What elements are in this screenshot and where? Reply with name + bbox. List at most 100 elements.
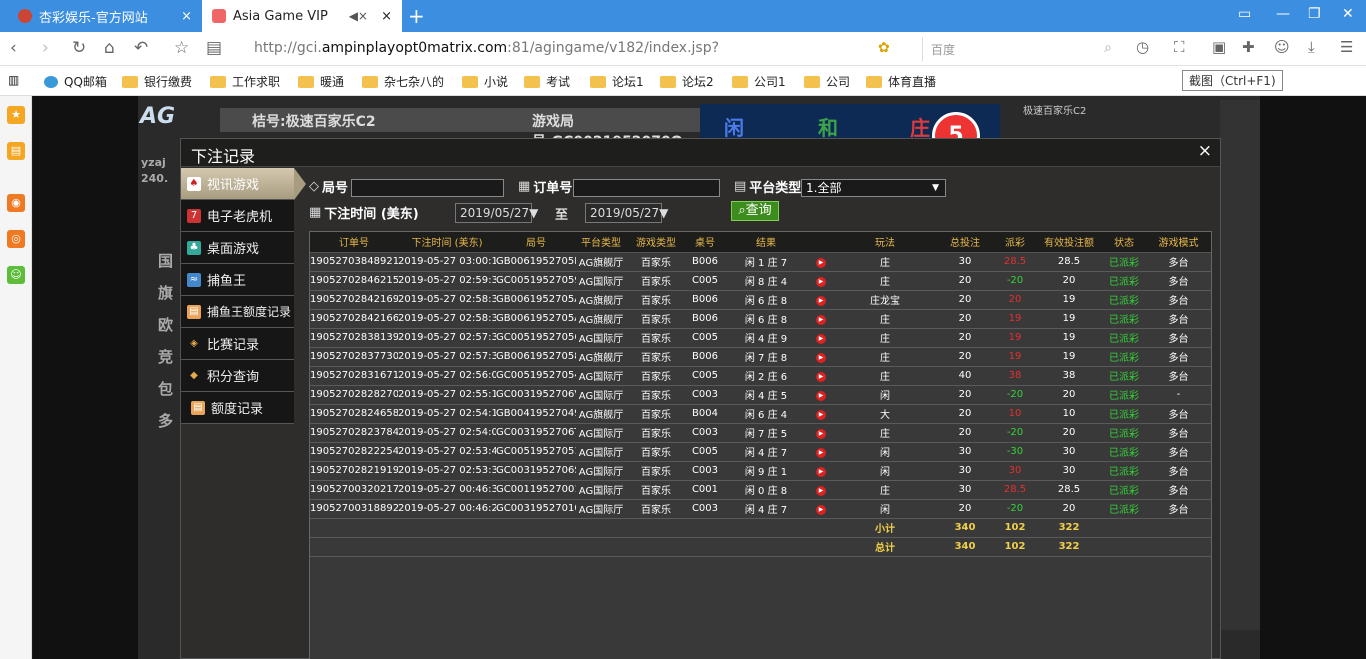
bookmark-folder[interactable]: 体育直播	[866, 73, 936, 90]
result-cell: 闲 2 庄 6	[724, 366, 808, 386]
total-bet-cell: 30	[936, 252, 994, 272]
rss-icon[interactable]: ◉	[7, 194, 25, 212]
modal-header: 下注记录 ×	[181, 139, 1220, 167]
favorites-icon[interactable]: ★	[7, 106, 25, 124]
tab-xingcai[interactable]: 杏彩娱乐-官方网站 ×	[8, 0, 202, 32]
play-video-icon[interactable]: ▶	[816, 295, 826, 306]
home-icon[interactable]: ⌂	[104, 38, 115, 58]
play-video-icon[interactable]: ▶	[816, 390, 826, 401]
menu-item-fishing-credit[interactable]: ▤ 捕鱼王额度记录	[181, 296, 294, 328]
bookmark-folder[interactable]: 银行缴费	[122, 73, 192, 90]
play-video-icon[interactable]: ▶	[816, 504, 826, 515]
bookmark-folder[interactable]: 公司1	[732, 73, 786, 90]
tab-asia-game-vip[interactable]: Asia Game VIP ◀× ×	[202, 0, 402, 32]
search-box[interactable]: 百度 ⌕	[922, 37, 1120, 61]
game-menu-item[interactable]: 包	[158, 378, 173, 399]
game-menu-item[interactable]: 旗	[158, 282, 173, 303]
valid-bet-cell: 19	[1036, 347, 1102, 367]
new-tab-button[interactable]: +	[408, 4, 425, 28]
toolbox-icon[interactable]: ▣	[1212, 38, 1226, 56]
date-to-picker[interactable]: 2019/05/27▼	[585, 203, 668, 223]
notes-icon[interactable]: ▤	[7, 142, 25, 160]
menu-item-table-games[interactable]: ♣ 桌面游戏	[181, 232, 294, 264]
play-video-icon[interactable]: ▶	[816, 371, 826, 382]
minimize-icon[interactable]: —	[1276, 6, 1290, 22]
play-video-icon[interactable]: ▶	[816, 485, 826, 496]
total-bet-cell: 20	[936, 290, 994, 310]
screenshot-tooltip: 截图（Ctrl+F1)	[1182, 70, 1283, 91]
tile-icon[interactable]: ▭	[1238, 6, 1251, 22]
play-video-icon[interactable]: ▶	[816, 276, 826, 287]
platform-select[interactable]: 1.全部 ▼	[801, 179, 946, 197]
payout-cell: -20	[994, 499, 1036, 519]
bookmark-qqmail[interactable]: QQ邮箱	[44, 73, 107, 90]
game-menu-item[interactable]: 竞	[158, 346, 173, 367]
restore-icon[interactable]: ❐	[1308, 6, 1321, 22]
screenshot-icon[interactable]: ⛶	[1174, 38, 1185, 56]
address-bar[interactable]: http://gci.ampinplayopt0matrix.com:81/ag…	[254, 40, 719, 56]
play-video-icon[interactable]: ▶	[816, 314, 826, 325]
play-video-icon[interactable]: ▶	[816, 466, 826, 477]
query-button[interactable]: ⌕查询	[731, 201, 779, 221]
play-video-icon[interactable]: ▶	[816, 333, 826, 344]
reload-icon[interactable]: ↻	[72, 38, 86, 58]
menu-item-points[interactable]: ◆ 积分查询	[181, 360, 294, 392]
play-video-icon[interactable]: ▶	[816, 447, 826, 458]
mute-icon[interactable]: ◀×	[349, 9, 368, 23]
total-bet-cell: 20	[936, 309, 994, 329]
bee-icon[interactable]: ✿	[878, 40, 890, 56]
menu-item-live-games[interactable]: ♠ 视讯游戏	[181, 168, 306, 200]
bookmark-folder[interactable]: 工作求职	[210, 73, 280, 90]
bookmark-folder[interactable]: 暖通	[298, 73, 344, 90]
search-icon[interactable]: ⌕	[1104, 40, 1112, 56]
bookmark-folder[interactable]: 杂七杂八的	[362, 73, 444, 90]
document-icon: ▤	[191, 400, 205, 415]
download-icon[interactable]: ⤓	[1308, 38, 1315, 56]
bookmarks-toggle-icon[interactable]: ▥	[8, 73, 19, 87]
result-cell: 闲 4 庄 5	[724, 385, 808, 405]
weibo-icon[interactable]: ◎	[7, 230, 25, 248]
modal-close-icon[interactable]: ×	[1198, 141, 1212, 161]
play-video-icon[interactable]: ▶	[816, 409, 826, 420]
game-menu-item[interactable]: 国	[158, 250, 173, 271]
tab-close-icon[interactable]: ×	[381, 9, 392, 24]
date-from-picker[interactable]: 2019/05/27▼	[455, 203, 538, 223]
undo-icon[interactable]: ↶	[134, 38, 148, 58]
window-close-icon[interactable]: ✕	[1342, 6, 1354, 22]
round-number-cell: GC00119527001	[496, 480, 576, 500]
game-mode-cell: 多台	[1146, 442, 1211, 462]
menu-item-fishing-king[interactable]: ≈ 捕鱼王	[181, 264, 294, 296]
game-mode-cell: 多台	[1146, 309, 1211, 329]
bookmark-folder[interactable]: 论坛1	[590, 73, 644, 90]
favorite-star-icon[interactable]: ☆	[174, 38, 189, 58]
round-number-cell: GC00519527059	[496, 271, 576, 291]
smile-icon[interactable]: ☺	[7, 266, 25, 284]
order-input[interactable]	[573, 179, 720, 197]
round-input[interactable]	[351, 179, 504, 197]
menu-item-credit-records[interactable]: ▤ 额度记录	[181, 392, 294, 424]
history-icon[interactable]: ◷	[1136, 38, 1149, 56]
menu-item-match-records[interactable]: ◈ 比赛记录	[181, 328, 294, 360]
order-number-cell: 190527028462153	[310, 271, 398, 291]
forward-icon[interactable]: ›	[42, 38, 49, 58]
bookmark-folder[interactable]: 公司	[804, 73, 850, 90]
game-menu-item[interactable]: 欧	[158, 314, 173, 335]
bookmark-folder[interactable]: 考试	[524, 73, 570, 90]
bookmark-folder[interactable]: 小说	[462, 73, 508, 90]
game-menu-item[interactable]: 多	[158, 410, 173, 431]
play-video-icon[interactable]: ▶	[816, 428, 826, 439]
menu-icon[interactable]: ☰	[1340, 38, 1353, 56]
play-video-icon[interactable]: ▶	[816, 352, 826, 363]
bookmark-folder[interactable]: 论坛2	[660, 73, 714, 90]
empty-cell	[686, 537, 724, 557]
back-icon[interactable]: ‹	[10, 38, 17, 58]
platform-type-cell: AG旗舰厅	[576, 404, 626, 424]
tab-close-icon[interactable]: ×	[181, 9, 192, 24]
play-video-icon[interactable]: ▶	[816, 257, 826, 268]
reader-icon[interactable]: ▤	[206, 38, 222, 58]
extensions-icon[interactable]: ✚	[1242, 38, 1255, 56]
total-payout: 102	[994, 537, 1036, 557]
menu-item-slots[interactable]: 7 电子老虎机	[181, 200, 294, 232]
user-icon[interactable]: ☺	[1274, 38, 1290, 56]
play-type-cell: 庄	[834, 480, 936, 500]
